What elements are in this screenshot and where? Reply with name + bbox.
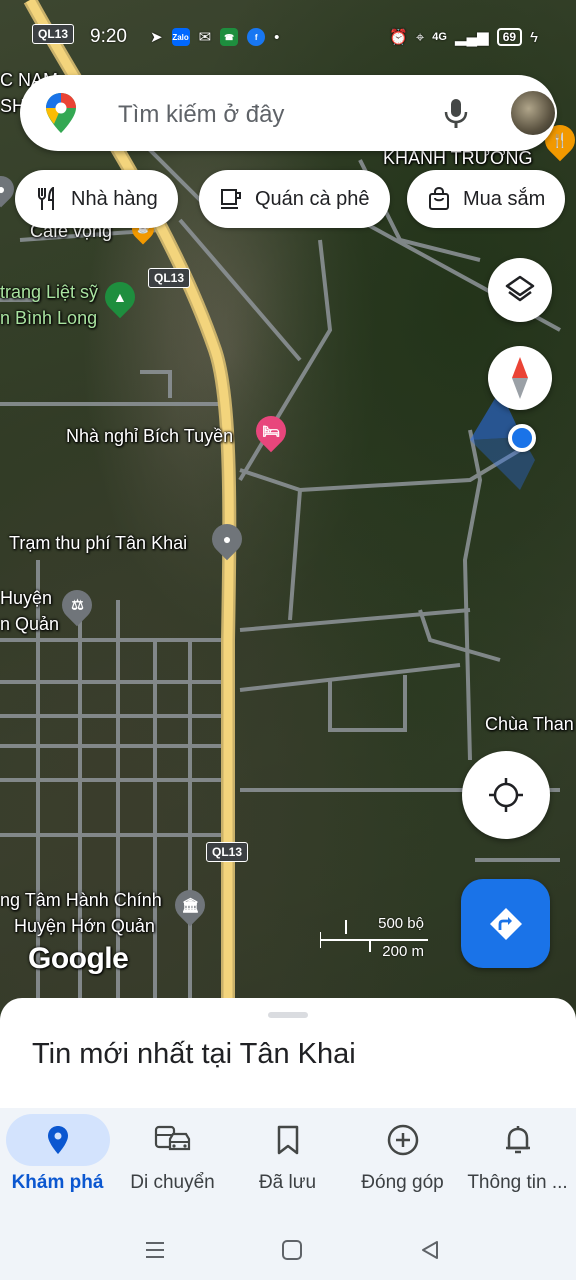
- notification-icons: ➤ Zalo ✉ ☎ f •: [150, 28, 279, 46]
- more-dot-icon: •: [274, 28, 280, 46]
- layers-icon: [505, 275, 535, 302]
- layers-button[interactable]: [488, 258, 552, 322]
- google-maps-pin-icon: [46, 93, 76, 133]
- home-square-icon: [282, 1240, 302, 1260]
- nav-updates-pill: [466, 1114, 570, 1166]
- my-location-button[interactable]: [462, 751, 550, 839]
- map-label-trang-liet-sy: trang Liệt sỹ: [0, 282, 99, 302]
- chip-label: Nhà hàng: [71, 187, 158, 210]
- commute-icon: [154, 1125, 190, 1151]
- nav-saved-pill: [236, 1114, 340, 1166]
- microphone-icon[interactable]: [442, 97, 470, 129]
- facebook-icon: f: [247, 28, 266, 46]
- map-label-quan: n Quản: [0, 614, 60, 634]
- chip-label: Mua sắm: [463, 187, 546, 210]
- directions-button[interactable]: [461, 879, 550, 968]
- alarm-icon: ⏰: [389, 29, 408, 46]
- nav-commute[interactable]: Di chuyển: [115, 1108, 230, 1218]
- google-logo: Google: [28, 942, 129, 975]
- home-button[interactable]: [274, 1232, 310, 1268]
- map-label-huyen: Huyện: [0, 588, 53, 608]
- recent-apps-button[interactable]: [137, 1232, 173, 1268]
- sheet-title: Tin mới nhất tại Tân Khai: [32, 1038, 356, 1070]
- status-bar: 9:20 ➤ Zalo ✉ ☎ f • ⏰ ⌖ 4G ▂▄▆ 69 ϟ: [0, 0, 576, 76]
- signal-icon: ▂▄▆: [454, 29, 489, 46]
- telegram-icon: ➤: [150, 29, 163, 46]
- map-label-chua-than[interactable]: Chùa Than: [485, 714, 574, 735]
- app-icon: ☎: [220, 28, 239, 46]
- bell-icon: [505, 1126, 530, 1154]
- my-location-icon: [489, 778, 523, 812]
- nav-label: Thông tin ...: [467, 1172, 568, 1193]
- map-scale-bar: 500 bộ 200 m: [320, 912, 430, 968]
- compass-icon: [512, 357, 528, 399]
- bookmark-icon: [277, 1125, 298, 1155]
- nav-commute-pill: [121, 1114, 225, 1166]
- nav-explore-pill: [5, 1114, 110, 1166]
- chip-shopping[interactable]: Mua sắm: [407, 170, 566, 228]
- bottom-sheet[interactable]: Tin mới nhất tại Tân Khai: [0, 998, 576, 1108]
- chip-restaurants[interactable]: Nhà hàng: [15, 170, 178, 228]
- map-label-trung-tam-line1[interactable]: ng Tâm Hành Chính: [0, 890, 162, 911]
- map-label-trung-tam-line2[interactable]: Huyện Hớn Quản: [14, 916, 155, 937]
- coffee-cup-icon: [219, 187, 243, 211]
- nav-label: Đã lưu: [258, 1172, 317, 1193]
- map-label-binh-long: n Bình Long: [0, 308, 98, 328]
- sheet-drag-handle[interactable]: [268, 1012, 308, 1018]
- battery-level: 69: [496, 28, 523, 46]
- search-bar[interactable]: Tìm kiếm ở đây: [20, 75, 557, 151]
- fork-knife-icon: [35, 187, 59, 211]
- current-location-dot-icon: [508, 424, 536, 452]
- status-time: 9:20: [90, 26, 127, 47]
- zalo-icon: Zalo: [171, 28, 190, 46]
- charging-icon: ϟ: [530, 28, 538, 46]
- map-label-khanh-truong: KHANH TRƯƠNG: [383, 148, 533, 168]
- system-status-icons: ⏰ ⌖ 4G ▂▄▆ 69 ϟ: [389, 28, 538, 46]
- road-shield-ql13: QL13: [206, 842, 249, 862]
- map-label-tram-thu-phi[interactable]: Trạm thu phí Tân Khai: [9, 533, 187, 554]
- map-view[interactable]: QL13 QL13 QL13 C NAM SH KHANH TRƯƠNG Caf…: [0, 0, 576, 1010]
- nav-updates[interactable]: Thông tin ...: [460, 1108, 575, 1218]
- back-triangle-icon: [422, 1241, 438, 1259]
- shopping-bag-icon: [427, 187, 451, 211]
- nav-label: Đóng góp: [361, 1172, 444, 1193]
- scale-metric-label: 200 m: [382, 943, 424, 960]
- nav-label: Di chuyển: [130, 1172, 215, 1193]
- menu-lines-icon: [146, 1242, 164, 1258]
- add-circle-icon: [387, 1124, 418, 1156]
- category-chips: Nhà hàng Quán cà phê Mua sắm: [0, 170, 576, 228]
- bottom-nav: Khám phá Di chuyển Đã lưu Đóng góp Thông…: [0, 1108, 576, 1218]
- explore-pin-icon: [47, 1126, 68, 1154]
- search-input[interactable]: Tìm kiếm ở đây: [118, 101, 284, 129]
- directions-icon: [489, 907, 522, 940]
- road-shield-ql13: QL13: [148, 268, 191, 288]
- nav-contribute-pill: [351, 1114, 455, 1166]
- nav-explore[interactable]: Khám phá: [0, 1108, 115, 1218]
- back-button[interactable]: [412, 1232, 448, 1268]
- messenger-icon: ✉: [198, 29, 212, 46]
- map-label-nha-nghi[interactable]: Nhà nghỉ Bích Tuyền: [66, 426, 233, 447]
- system-navigation-bar: [0, 1218, 576, 1280]
- nav-label: Khám phá: [11, 1172, 104, 1193]
- location-status-icon: ⌖: [415, 28, 425, 46]
- scale-imperial-label: 500 bộ: [378, 915, 424, 932]
- chip-cafes[interactable]: Quán cà phê: [199, 170, 390, 228]
- account-avatar[interactable]: [509, 89, 557, 137]
- nav-saved[interactable]: Đã lưu: [230, 1108, 345, 1218]
- nav-contribute[interactable]: Đóng góp: [345, 1108, 460, 1218]
- chip-label: Quán cà phê: [255, 187, 370, 210]
- network-type: 4G: [432, 31, 447, 43]
- compass-button[interactable]: [488, 346, 552, 410]
